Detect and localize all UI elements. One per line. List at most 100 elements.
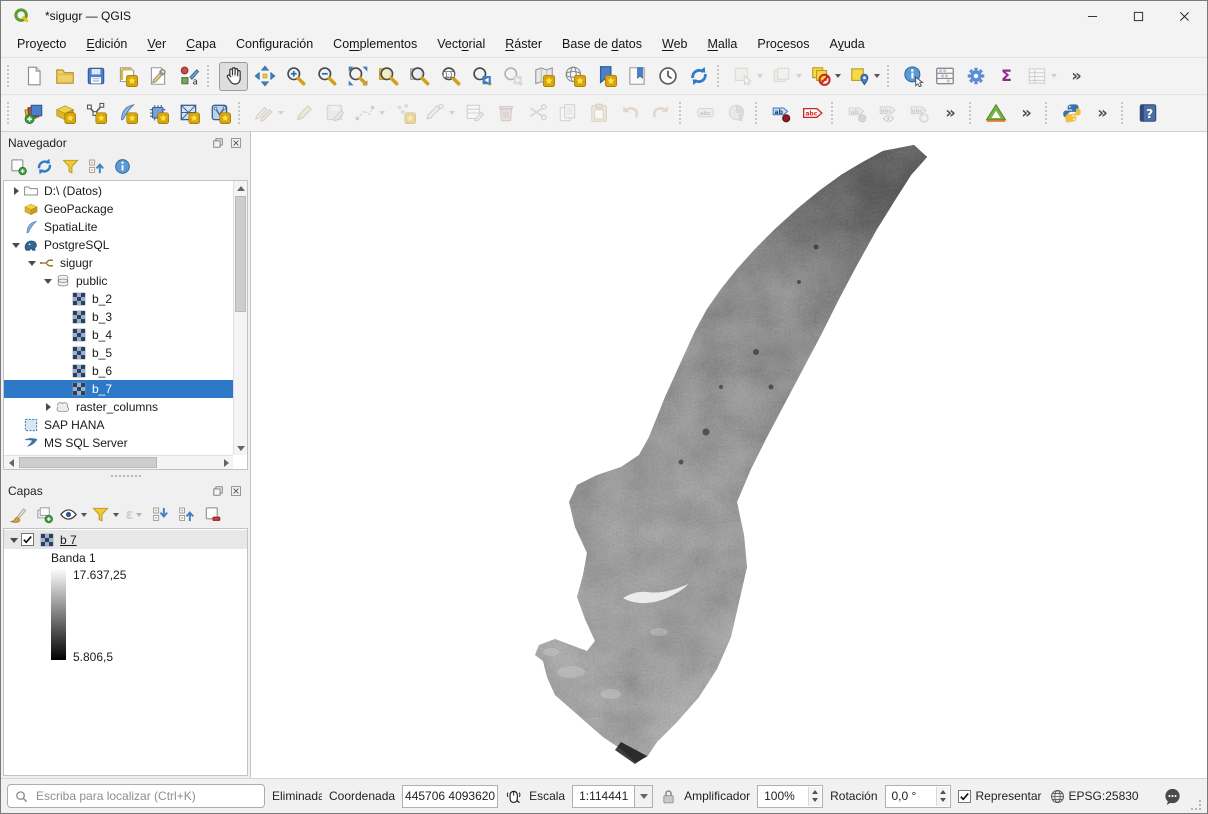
maximize-button[interactable] [1115,1,1161,31]
expander-icon[interactable] [42,398,55,416]
browser-refresh-browser-button[interactable] [32,155,56,179]
copy-features-button[interactable] [553,99,582,128]
plugins-overflow-button[interactable]: » [1088,99,1117,128]
browser-collapse-all-button[interactable] [84,155,108,179]
layers-filter-legend-button[interactable] [90,503,120,527]
browser-item-public[interactable]: public [4,272,233,290]
browser-horizontal-scrollbar[interactable] [4,455,233,469]
grass-tools-button[interactable] [981,99,1010,128]
menu-proyecto[interactable]: Proyecto [7,33,76,55]
browser-enable-properties-widget-button[interactable] [110,155,134,179]
close-button[interactable] [1161,1,1207,31]
zoom-to-layer-button[interactable] [405,62,434,91]
scrollbar-thumb[interactable] [235,196,246,312]
menu-r-ster[interactable]: Ráster [495,33,552,55]
messages-button-icon[interactable] [1163,787,1182,806]
spin-down-icon[interactable] [940,798,946,802]
temporal-controller-button[interactable] [653,62,682,91]
layer-visibility-checkbox[interactable] [21,533,34,546]
crs-value[interactable]: EPSG:25830 [1069,789,1139,803]
browser-item-sap-hana[interactable]: SAP HANA [4,416,233,434]
browser-item-b-2[interactable]: b_2 [4,290,233,308]
open-attribute-table-button[interactable] [1023,62,1060,91]
show-layout-manager-button[interactable] [143,62,172,91]
browser-float-button[interactable] [210,135,225,150]
show-statistics-button[interactable]: Σ [992,62,1021,91]
menu-edici-n[interactable]: Edición [76,33,137,55]
browser-item-sigugr[interactable]: sigugr [4,254,233,272]
expander-icon[interactable] [42,272,55,290]
grass-overflow-button[interactable]: » [1012,99,1041,128]
pan-map-button[interactable] [219,62,248,91]
search-input[interactable] [34,788,257,804]
expander-icon[interactable] [10,236,23,254]
paste-features-button[interactable] [584,99,613,128]
save-project-button[interactable] [81,62,110,91]
new-spatialite-layer-button[interactable] [112,99,141,128]
layers-collapse-all-button[interactable] [174,503,198,527]
browser-item-raster-columns[interactable]: raster_columns [4,398,233,416]
zoom-to-selection-button[interactable] [374,62,403,91]
layers-add-group-button[interactable] [32,503,56,527]
layer-diagram-options-button[interactable] [722,99,751,128]
statistical-summary-button[interactable] [930,62,959,91]
browser-item-b-3[interactable]: b_3 [4,308,233,326]
new-spatial-bookmark-button[interactable] [591,62,620,91]
crs-globe-icon[interactable] [1049,788,1066,805]
zoom-next-button[interactable] [498,62,527,91]
locator-search[interactable] [7,784,265,808]
spin-down-icon[interactable] [812,798,818,802]
scrollbar-thumb[interactable] [19,457,157,468]
lock-scale-icon[interactable] [660,788,677,805]
new-map-view-button[interactable] [529,62,558,91]
modify-attributes-button[interactable] [460,99,489,128]
toggle-editing-button[interactable] [289,99,318,128]
new-virtual-layer-button[interactable] [205,99,234,128]
toolbar-overflow-button[interactable]: » [1062,62,1091,91]
undo-button[interactable] [615,99,644,128]
magnifier-spinbox[interactable]: 100% [757,785,823,808]
zoom-last-button[interactable] [467,62,496,91]
pan-to-selection-button[interactable] [250,62,279,91]
identify-features-button[interactable] [899,62,928,91]
browser-item-spatialite[interactable]: SpatiaLite [4,218,233,236]
python-console-button[interactable] [1057,99,1086,128]
style-manager-button[interactable] [174,62,203,91]
browser-item-geopackage[interactable]: GeoPackage [4,200,233,218]
help-button[interactable] [1133,99,1162,128]
browser-add-selected-layers-button[interactable] [6,155,30,179]
new-temporary-scratch-layer-button[interactable] [143,99,172,128]
browser-item-b-4[interactable]: b_4 [4,326,233,344]
spin-up-icon[interactable] [940,790,946,794]
expander-icon[interactable] [26,254,39,272]
new-print-layout-button[interactable] [112,62,141,91]
coordinate-input[interactable]: 445706 4093620 [402,785,498,808]
new-geopackage-layer-button[interactable] [50,99,79,128]
new-shapefile-layer-button[interactable] [81,99,110,128]
processing-toolbox-button[interactable] [961,62,990,91]
browser-filter-browser-button[interactable] [58,155,82,179]
menu-configuraci-n[interactable]: Configuración [226,33,323,55]
show-spatial-bookmarks-button[interactable] [622,62,651,91]
layer-item-b-7[interactable]: b 7 [4,530,247,549]
layers-open-layer-styling-button[interactable] [6,503,30,527]
map-canvas[interactable] [251,132,1207,778]
refresh-map-button[interactable] [684,62,713,91]
show-hide-labels-button[interactable] [874,99,903,128]
menu-ayuda[interactable]: Ayuda [819,33,874,55]
rotation-spinbox[interactable]: 0,0 ° [885,785,951,808]
minimize-button[interactable] [1069,1,1115,31]
layer-labeling-options-button[interactable] [691,99,720,128]
spin-up-icon[interactable] [812,790,818,794]
select-features-button[interactable] [729,62,766,91]
expander-icon[interactable] [10,182,23,200]
menu-capa[interactable]: Capa [176,33,226,55]
menu-malla[interactable]: Malla [697,33,747,55]
scale-combo[interactable]: 1:114441 [572,785,653,808]
layers-float-button[interactable] [210,483,225,498]
scale-dropdown-button[interactable] [634,785,653,808]
zoom-in-button[interactable] [281,62,310,91]
browser-close-button[interactable] [228,135,243,150]
mouse-tracking-icon[interactable] [505,788,522,805]
menu-web[interactable]: Web [652,33,697,55]
